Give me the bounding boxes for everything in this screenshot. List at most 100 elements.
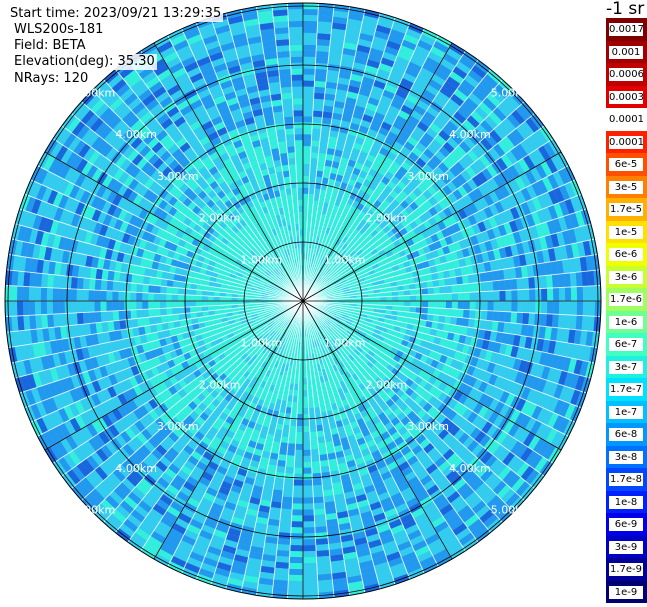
range-gate [64,301,71,314]
range-gate [160,286,167,294]
range-gate [296,425,303,433]
range-gate [303,86,315,93]
range-gate [303,14,318,22]
range-gate [303,420,310,427]
range-gate [312,104,324,112]
range-gate [588,285,596,301]
range-gate [522,277,530,290]
range-gate [165,301,173,309]
range-gate [303,527,316,534]
range-gate [499,301,506,312]
range-gate [480,310,488,321]
range-gate [504,279,512,291]
range-gate [293,485,303,492]
range-gate [528,276,536,290]
range-gate [137,317,145,328]
range-gate [433,301,441,309]
range-gate [82,289,89,301]
range-gate [303,455,312,462]
range-gate [557,273,565,288]
range-gate [310,146,320,153]
range-gate [316,555,331,563]
range-gate [177,301,184,308]
range-gate [159,301,167,309]
range-gate [303,497,314,504]
range-gate [289,550,303,558]
range-gate [398,295,405,301]
range-gate [315,538,329,546]
range-gate [52,287,59,301]
range-gate [317,15,333,23]
range-gate [303,491,314,498]
range-gate [313,92,325,100]
range-gate [312,122,322,130]
range-gate [100,279,108,291]
range-gate [277,454,287,462]
range-gate [581,271,589,287]
range-gate [292,503,303,510]
range-gate [422,294,429,301]
range-gate [303,431,311,439]
range-gate [528,312,536,326]
range-gate [303,98,314,105]
range-gate [112,310,120,321]
range-gate [47,274,55,288]
range-gate [427,294,435,301]
range-gate [53,274,60,289]
range-gate [303,390,308,397]
range-gate [303,402,309,409]
range-gate [276,549,290,557]
range-gate [288,437,296,444]
range-gate [317,152,327,160]
range-gate [142,292,149,301]
range-gate [522,312,530,325]
range-gate [201,301,208,307]
range-gate [439,308,446,316]
range-gate [303,110,313,117]
range-gate [410,295,417,301]
range-gate [404,295,411,301]
range-gate [439,286,446,294]
range-gate [289,425,297,432]
range-gate [106,301,113,312]
range-gate [201,295,208,301]
range-gate [314,520,327,528]
range-gate [94,301,101,312]
range-gate [288,431,297,438]
range-gate [10,301,18,317]
range-gate [303,152,311,159]
range-gate [315,544,330,551]
range-gate [575,271,583,287]
range-gate [154,301,161,309]
range-gate [303,44,317,52]
range-gate [136,309,143,319]
range-gate [316,549,330,557]
range-gate [131,318,139,329]
range-gate [293,473,303,480]
range-gate [280,508,293,516]
range-gate [473,319,481,329]
range-gate [118,310,126,321]
range-gate [281,502,293,510]
range-gate [273,573,289,581]
range-gate [40,287,48,301]
range-gate [293,467,303,474]
range-gate [195,301,202,307]
range-gate [23,315,31,331]
range-gate [290,533,303,540]
range-gate [303,74,315,81]
range-gate [481,291,488,301]
range-gate [290,527,303,534]
range-gate [312,116,323,124]
range-gate [457,292,464,301]
range-gate [295,437,303,445]
range-gate [463,301,470,310]
range-gate [207,301,214,306]
range-gate [451,308,458,318]
range-gate [294,461,303,468]
range-gate [316,33,332,41]
range-gate [303,443,311,450]
range-gate [288,574,303,582]
range-gate [303,187,309,194]
range-gate [303,545,317,552]
